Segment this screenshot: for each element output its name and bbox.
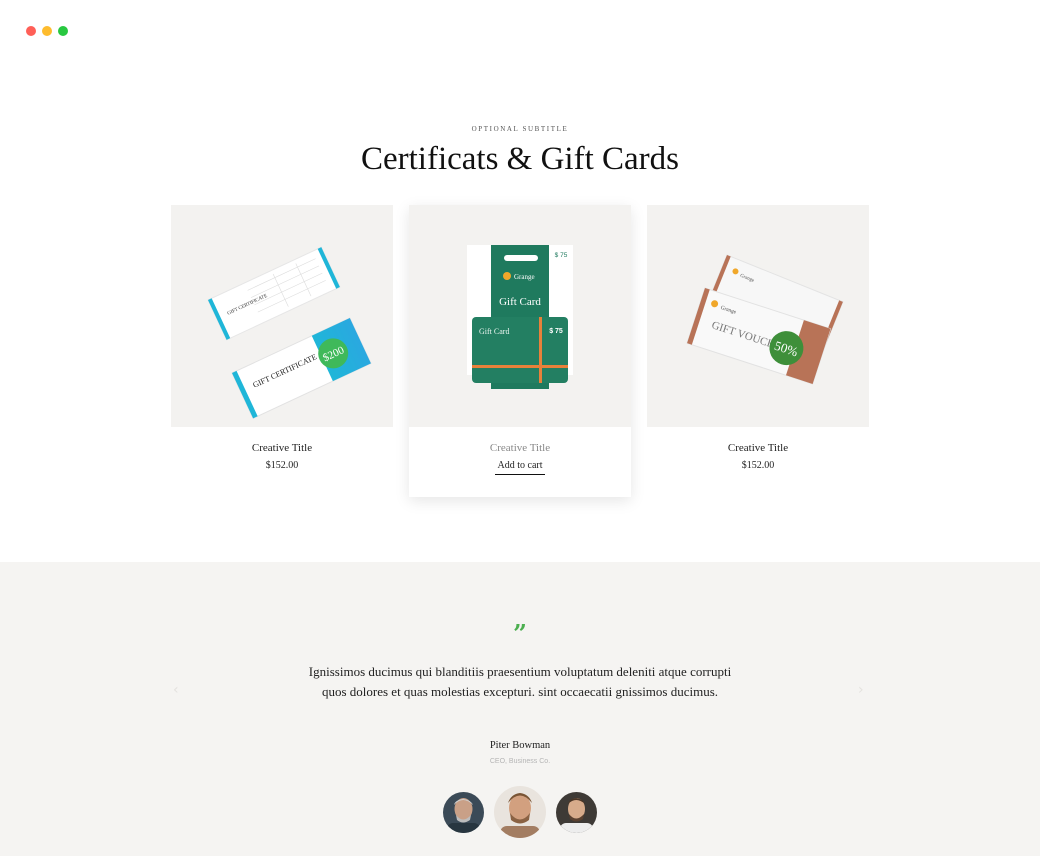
close-dot[interactable] — [26, 26, 36, 36]
chevron-left-icon[interactable]: ‹ — [173, 682, 179, 698]
testimonial-text: Ignissimos ducimus qui blanditiis praese… — [308, 664, 732, 699]
svg-text:Gift Card: Gift Card — [499, 296, 541, 308]
product-image[interactable]: GIFT CERTIFICATE $200 GIFT CERTIFICATE — [171, 205, 393, 427]
testimonial-author: Piter Bowman — [489, 740, 551, 751]
product-card-2[interactable]: Grange Gift Card $ 75 Gift Card $ 75 Cre… — [409, 205, 631, 497]
avatar[interactable] — [494, 786, 546, 838]
gift-voucher-image: Grange Grange GIFT VOUCHER 50% — [686, 254, 844, 385]
product-price: $152.00 — [265, 460, 299, 471]
avatar[interactable] — [556, 792, 597, 833]
product-image[interactable]: Grange Gift Card $ 75 Gift Card $ 75 — [409, 205, 631, 427]
svg-text:Grange: Grange — [514, 273, 535, 281]
minimize-dot[interactable] — [42, 26, 52, 36]
product-price: $152.00 — [741, 460, 775, 471]
product-card-1[interactable]: GIFT CERTIFICATE $200 GIFT CERTIFICATE C… — [171, 205, 393, 471]
svg-text:$ 75: $ 75 — [549, 328, 563, 335]
avatar-carousel — [0, 786, 1040, 838]
add-to-cart-link[interactable]: Add to cart — [495, 460, 545, 475]
svg-text:Gift Card: Gift Card — [479, 327, 509, 336]
chevron-right-icon[interactable]: › — [858, 682, 864, 698]
section-title: Certificats & Gift Cards — [360, 141, 679, 177]
product-card-3[interactable]: Grange Grange GIFT VOUCHER 50% Creative … — [647, 205, 869, 471]
svg-text:$ 75: $ 75 — [555, 252, 568, 259]
product-title[interactable]: Creative Title — [409, 442, 631, 454]
window-controls — [26, 26, 68, 36]
product-title[interactable]: Creative Title — [171, 442, 393, 454]
zoom-dot[interactable] — [58, 26, 68, 36]
gift-certificate-image: GIFT CERTIFICATE $200 GIFT CERTIFICATE — [207, 246, 372, 419]
section-subtitle: OPTIONAL SUBTITLE — [471, 125, 569, 133]
quote-icon: ” — [513, 619, 527, 648]
product-title[interactable]: Creative Title — [647, 442, 869, 454]
avatar[interactable] — [443, 792, 484, 833]
testimonial-role: CEO, Business Co. — [489, 758, 551, 765]
product-image[interactable]: Grange Grange GIFT VOUCHER 50% — [647, 205, 869, 427]
testimonial-section: ” ‹ › Ignissimos ducimus qui blanditiis … — [0, 562, 1040, 856]
gift-card-image: Grange Gift Card $ 75 Gift Card $ 75 — [467, 245, 573, 389]
